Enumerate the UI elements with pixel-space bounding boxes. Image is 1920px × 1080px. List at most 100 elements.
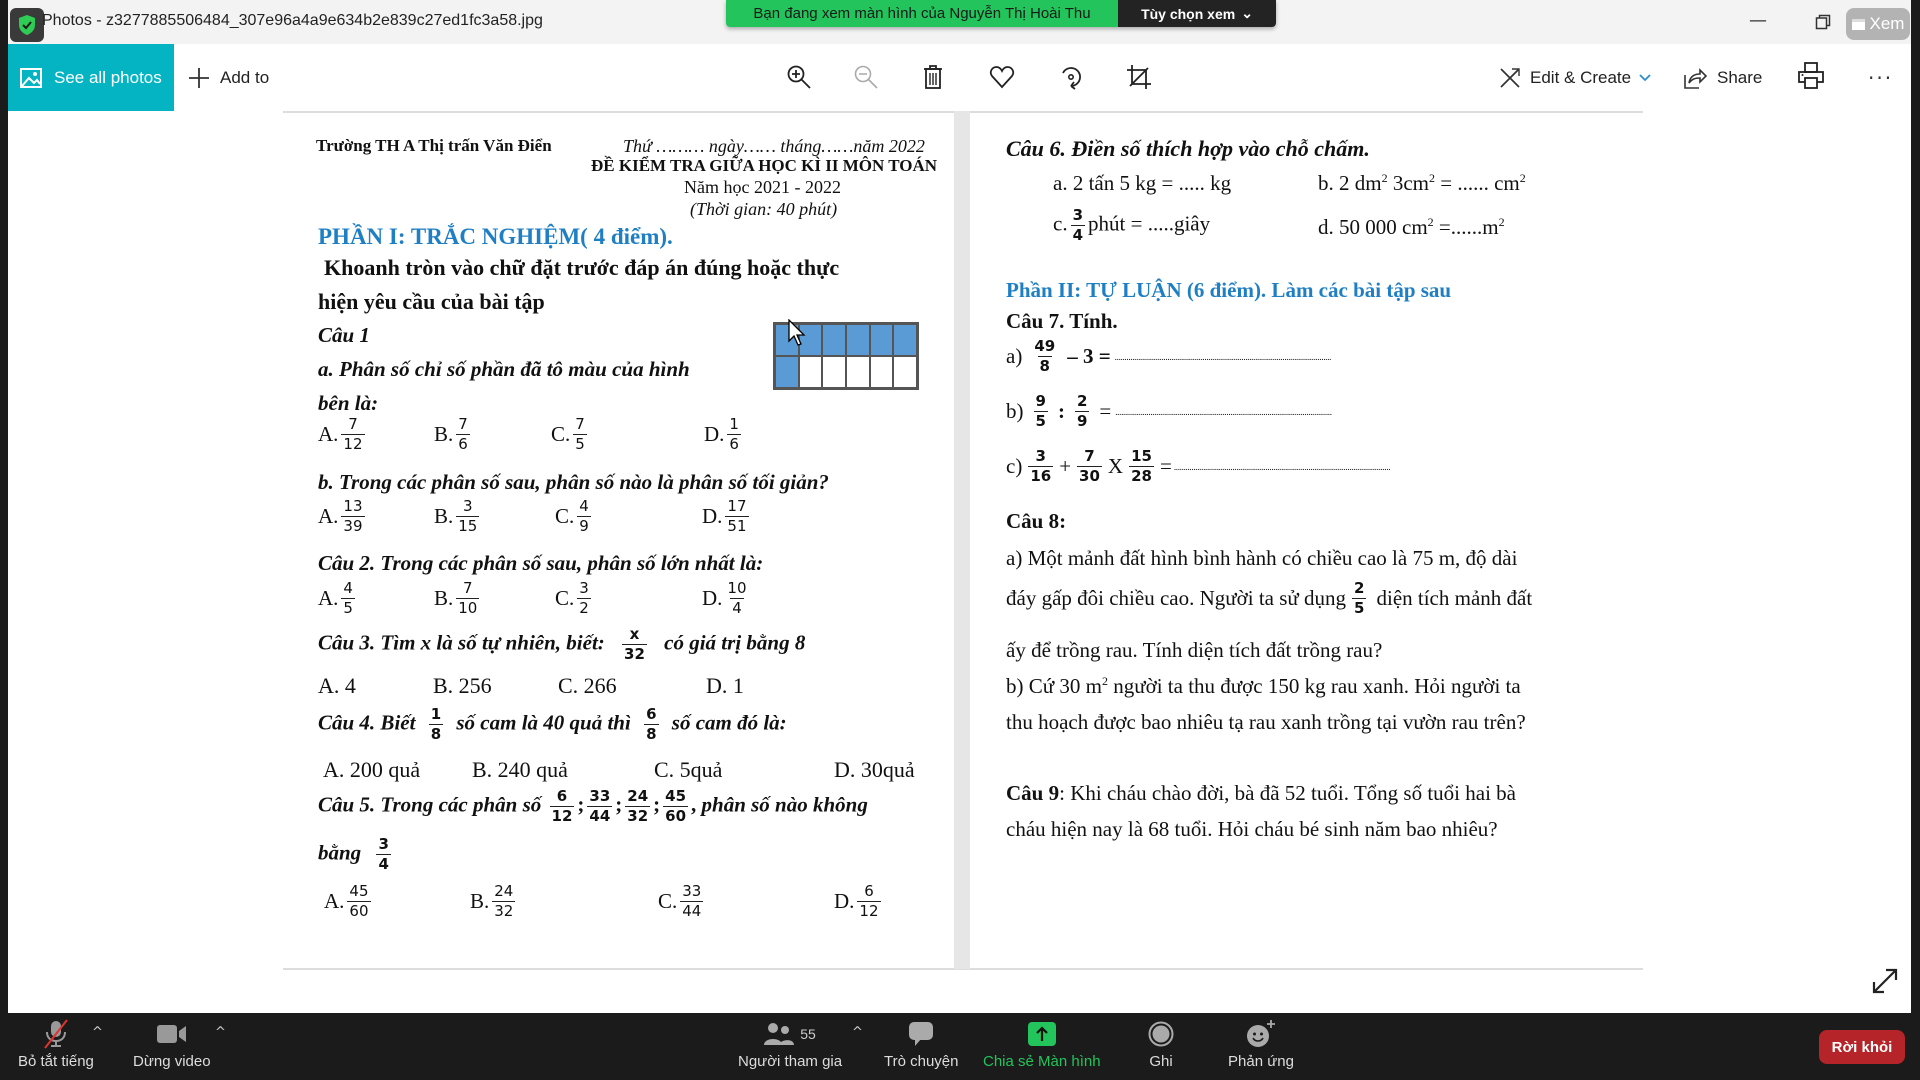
fraction: 33 44	[587, 787, 613, 825]
see-all-photos-button[interactable]: See all photos	[8, 44, 174, 111]
q7a-line: a) 49 8 – 3 = ...........................…	[1006, 339, 1547, 374]
microphone-muted-icon	[44, 1019, 68, 1049]
answer-option: A. 45 60	[324, 882, 371, 920]
photos-toolbar: See all photos Add to Edit & Create Shar…	[8, 44, 1911, 111]
chat-icon	[909, 1022, 934, 1046]
instruction-line-2: hiện yêu cầu của bài tập	[318, 289, 545, 314]
print-icon[interactable]	[1798, 62, 1824, 94]
fraction: 24 32	[492, 882, 516, 920]
q1a-text-1: a. Phân số chỉ số phần đã tô màu của hìn…	[318, 357, 690, 381]
add-to-button[interactable]: Add to	[188, 44, 269, 111]
delete-icon[interactable]	[918, 62, 948, 92]
participants-options-caret[interactable]: ^	[852, 1025, 863, 1040]
reactions-icon	[1246, 1020, 1275, 1047]
grid-cell	[845, 356, 870, 388]
answer-option: C. 266	[558, 673, 617, 698]
fraction: 45 60	[347, 882, 371, 920]
more-options-button[interactable]: ···	[1868, 66, 1893, 90]
q8a-line-2: đáy gấp đôi chiều cao. Người ta sử dụng …	[1006, 579, 1533, 617]
q5-line-2: bằng 34	[318, 837, 394, 872]
reactions-button[interactable]: Phản ứng	[1228, 1019, 1294, 1070]
fraction: 6 12	[549, 787, 575, 825]
share-button[interactable]: Share	[1683, 44, 1762, 111]
answer-option: B. 7 6	[434, 415, 470, 453]
answer-option: C. 4 9	[555, 497, 591, 535]
edit-create-button[interactable]: Edit & Create	[1498, 44, 1651, 111]
add-to-label: Add to	[220, 67, 270, 87]
chat-button[interactable]: Trò chuyện	[884, 1019, 958, 1070]
q4-line: Câu 4. Biết 18 số cam là 40 quả thì 68 s…	[318, 707, 787, 742]
grid-cell	[775, 356, 799, 388]
crop-icon[interactable]	[1124, 62, 1154, 92]
answer-option: D. 30quả	[834, 757, 915, 782]
leave-meeting-button[interactable]: Rời khỏi	[1819, 1030, 1905, 1064]
expand-icon[interactable]	[1870, 966, 1900, 996]
answer-option: D. 1 6	[704, 415, 741, 453]
fraction: 13 39	[341, 497, 365, 535]
q6b-text: b. 2 dm2 3cm2 = ...... cm2	[1318, 171, 1526, 195]
q6c-text: c. 3 4 phút = .....giây	[1053, 206, 1211, 244]
record-button[interactable]: Ghi	[1148, 1019, 1174, 1070]
q7b-line: b) 95 : 29 = ...........................…	[1006, 394, 1551, 429]
share-icon	[1684, 67, 1707, 89]
edit-create-label: Edit & Create	[1530, 67, 1632, 87]
video-camera-icon	[156, 1025, 186, 1043]
participants-label: Người tham gia	[738, 1053, 843, 1070]
favorite-icon[interactable]	[987, 62, 1017, 92]
video-options-caret[interactable]: ^	[215, 1025, 226, 1040]
share-banner-message: Bạn đang xem màn hình của Nguyễn Thị Hoà…	[726, 0, 1118, 27]
q4-fraction-1: 18	[428, 705, 444, 743]
fraction: 76	[456, 415, 470, 453]
view-options-button[interactable]: Tùy chọn xem ⌄	[1118, 0, 1276, 27]
q9-line-1: Câu 9: Khi cháu chào đời, bà đã 52 tuổi.…	[1006, 781, 1516, 805]
grid-cell	[893, 324, 917, 356]
share-label: Share	[1717, 67, 1763, 87]
answer-option: B. 240 quả	[472, 757, 568, 782]
q5-fraction-list: 6 12; 33 44; 24 32; 45 60,	[547, 789, 697, 824]
answer-option: C. 33 44	[658, 882, 704, 920]
fraction: 49	[577, 497, 591, 535]
q7b-fraction-1: 95	[1033, 392, 1048, 430]
fraction: 75	[573, 415, 587, 453]
unmute-button[interactable]: Bỏ tắt tiếng	[18, 1019, 94, 1070]
grid-cell	[869, 356, 894, 388]
restore-button[interactable]	[1808, 10, 1838, 34]
exam-title: ĐỀ KIỂM TRA GIỮA HỌC KÌ II MÔN TOÁN	[591, 156, 938, 175]
participants-button[interactable]: 55 Người tham gia	[738, 1019, 842, 1070]
page-gutter	[954, 111, 970, 969]
separator: ,	[691, 792, 697, 817]
fraction: 7 12	[341, 415, 365, 453]
answer-option: C. 3 2	[555, 579, 591, 617]
fraction: 16	[727, 415, 741, 453]
q3-text-post: có giá trị bằng 8	[664, 630, 806, 655]
view-options-pill[interactable]: Xem	[1846, 8, 1910, 40]
plus-icon	[189, 67, 209, 88]
grid-cell	[893, 356, 917, 388]
fraction: 10 4	[727, 579, 747, 617]
q5-line: Câu 5. Trong các phân số 6 12; 33 44; 24 32; 4…	[318, 789, 868, 824]
q9-line-2: cháu hiện nay là 68 tuổi. Hỏi cháu bé si…	[1006, 817, 1498, 841]
answer-option: C. 7 5	[551, 415, 587, 453]
stop-video-button[interactable]: Dừng video	[133, 1019, 211, 1070]
answer-dots-c: ........................................…	[1173, 461, 1391, 472]
answer-option: A. 7 12	[318, 415, 365, 453]
part2-heading: Phần II: TỰ LUẬN (6 điểm). Làm các bài t…	[1006, 278, 1452, 302]
fraction: 32	[577, 579, 591, 617]
zoom-in-icon[interactable]	[784, 62, 814, 92]
minimize-button[interactable]: —	[1743, 10, 1773, 34]
photos-window: Photos - z3277885506484_307e96a4a9e634b2…	[8, 0, 1911, 1013]
document-view: Trường TH A Thị trấn Văn Điển Thứ ……… ng…	[8, 111, 1911, 1013]
answer-dots-a: ........................................…	[1114, 351, 1332, 362]
rotate-icon[interactable]	[1056, 62, 1086, 92]
fraction: 33 44	[680, 882, 704, 920]
q3-text-pre: Câu 3. Tìm x là số tự nhiên, biết:	[318, 630, 605, 655]
zoom-out-icon[interactable]	[851, 62, 881, 92]
share-screen-button[interactable]: Chia sẻ Màn hình	[983, 1019, 1101, 1070]
q5-text-pre: Câu 5. Trong các phân số	[318, 792, 542, 817]
app-title: Photos - z3277885506484_307e96a4a9e634b2…	[42, 12, 543, 29]
answer-option: A. 13 39	[318, 497, 365, 535]
audio-options-caret[interactable]: ^	[92, 1025, 103, 1040]
reactions-label: Phản ứng	[1228, 1053, 1294, 1070]
grid-cell	[845, 324, 870, 356]
chat-label: Trò chuyện	[884, 1053, 959, 1070]
